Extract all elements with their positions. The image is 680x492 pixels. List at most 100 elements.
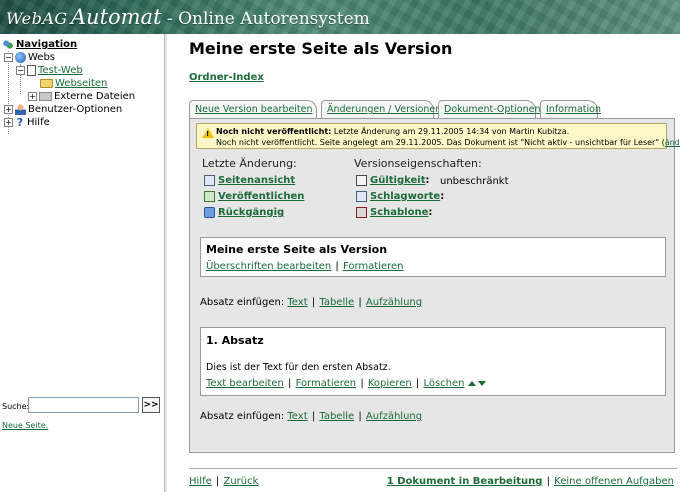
- page-title: Meine erste Seite als Version: [189, 39, 453, 58]
- tree-label-webseiten: Webseiten: [55, 78, 108, 89]
- new-page-link[interactable]: Neue Seite.: [2, 421, 48, 430]
- edit-text-link[interactable]: Text bearbeiten: [206, 378, 284, 389]
- insert-table-link[interactable]: Tabelle: [319, 411, 354, 422]
- header-card-title: Meine erste Seite als Version: [206, 243, 388, 256]
- warning-bold: Noch nicht veröffentlicht:: [216, 127, 332, 136]
- paragraph-links: Text bearbeiten | Formatieren | Kopieren…: [206, 378, 486, 389]
- page-view-icon: [204, 175, 215, 186]
- tree-item-navigation[interactable]: Navigation: [2, 38, 77, 51]
- tree-label-test-web: Test-Web: [38, 65, 83, 76]
- search-input[interactable]: [28, 397, 139, 413]
- help-link[interactable]: Hilfe: [189, 476, 212, 487]
- insert-paragraph-row-2: Absatz einfügen: Text | Tabelle | Aufzäh…: [200, 411, 423, 422]
- delete-link[interactable]: Löschen: [423, 378, 464, 389]
- insert-label: Absatz einfügen:: [200, 411, 288, 422]
- action-label: Seitenansicht: [218, 175, 296, 186]
- tree-label-navigation: Navigation: [16, 39, 78, 50]
- document-icon: [27, 65, 36, 76]
- edit-panel: ! Noch nicht veröffentlicht: Letzte Ände…: [189, 118, 680, 453]
- tab-label: Dokument-Optionen: [444, 104, 541, 115]
- search-label: Suche:: [2, 402, 30, 411]
- ordner-index-link[interactable]: Ordner-Index: [189, 72, 264, 83]
- insert-table-link[interactable]: Tabelle: [319, 297, 354, 308]
- sidebar: Navigation − Webs − Test-Web Webseiten +…: [0, 34, 165, 492]
- collapse-icon[interactable]: −: [16, 66, 25, 75]
- tree-label-benutzer-optionen: Benutzer-Optionen: [28, 104, 123, 115]
- paragraph-card: 1. Absatz Dies ist der Text für den erst…: [200, 327, 666, 396]
- prop-label: Schablone: [370, 207, 429, 218]
- insert-list-link[interactable]: Aufzählung: [366, 411, 422, 422]
- prop-schlagworte[interactable]: Schlagworte:: [356, 191, 444, 202]
- action-label: Veröffentlichen: [218, 191, 305, 202]
- tab-label: Änderungen / Versionen: [327, 104, 442, 115]
- navigation-icon: [2, 39, 14, 50]
- help-icon: ?: [16, 116, 24, 129]
- edit-headings-link[interactable]: Überschriften bearbeiten: [206, 261, 331, 272]
- tree-label-externe-dateien: Externe Dateien: [54, 91, 136, 102]
- insert-label: Absatz einfügen:: [200, 297, 288, 308]
- prop-label: Schlagworte: [370, 191, 441, 202]
- action-rueckgaengig[interactable]: Rückgängig: [204, 207, 284, 218]
- folder-icon: [39, 92, 52, 101]
- tree-item-hilfe[interactable]: + ? Hilfe: [4, 116, 50, 129]
- tree-item-webs[interactable]: − Webs: [4, 51, 55, 64]
- insert-paragraph-row-1: Absatz einfügen: Text | Tabelle | Aufzäh…: [200, 297, 423, 308]
- header-card: Meine erste Seite als Version Überschrif…: [200, 237, 666, 277]
- prop-schablone[interactable]: Schablone:: [356, 207, 432, 218]
- calendar-icon: [356, 175, 367, 186]
- search-button[interactable]: >>: [142, 397, 160, 413]
- tree-item-benutzer-optionen[interactable]: + Benutzer-Optionen: [4, 103, 122, 116]
- copy-link[interactable]: Kopieren: [368, 378, 412, 389]
- tab-neue-version[interactable]: Neue Version bearbeiten: [189, 100, 317, 118]
- app-title: WebAG Automat - Online Autorensystem: [6, 5, 370, 29]
- expand-icon[interactable]: +: [4, 105, 13, 114]
- footer-divider: [189, 468, 677, 469]
- tree-item-externe-dateien[interactable]: + Externe Dateien: [28, 90, 135, 103]
- last-change-heading: Letzte Änderung:: [202, 157, 297, 170]
- warning-text-2: Noch nicht veröffentlicht. Seite angeleg…: [216, 138, 665, 147]
- undo-icon: [204, 207, 215, 218]
- expand-icon[interactable]: +: [28, 92, 37, 101]
- change-status-link[interactable]: ändern: [665, 138, 680, 147]
- action-seitenansicht[interactable]: Seitenansicht: [204, 175, 295, 186]
- documents-in-progress-link[interactable]: 1 Dokument in Bearbeitung: [387, 476, 543, 487]
- footer-left: Hilfe | Zurück: [189, 476, 259, 487]
- insert-list-link[interactable]: Aufzählung: [366, 297, 422, 308]
- tree-label-hilfe: Hilfe: [27, 117, 50, 128]
- version-properties-heading: Versionseigenschaften:: [354, 157, 482, 170]
- prop-label: Gültigkeit: [370, 175, 426, 186]
- warning-line-2: Noch nicht veröffentlicht. Seite angeleg…: [216, 137, 680, 148]
- move-up-icon[interactable]: [467, 380, 476, 386]
- format-paragraph-link[interactable]: Formatieren: [296, 378, 357, 389]
- tab-dokument-optionen[interactable]: Dokument-Optionen: [438, 100, 540, 118]
- format-link[interactable]: Formatieren: [343, 261, 404, 272]
- tree-item-test-web[interactable]: − Test-Web: [16, 64, 83, 77]
- warning-line-1: Noch nicht veröffentlicht: Letzte Änderu…: [216, 126, 666, 137]
- footer-right: 1 Dokument in Bearbeitung | Keine offene…: [386, 476, 674, 487]
- open-tasks-link[interactable]: Keine offenen Aufgaben: [554, 476, 674, 487]
- action-label: Rückgängig: [218, 207, 285, 218]
- prop-gueltigkeit[interactable]: Gültigkeit:: [356, 175, 430, 186]
- move-down-icon[interactable]: [477, 380, 486, 386]
- action-veroeffentlichen[interactable]: Veröffentlichen: [204, 191, 304, 202]
- tab-aenderungen[interactable]: Änderungen / Versionen: [321, 100, 441, 118]
- tab-label: Information: [546, 104, 601, 115]
- main-content: Meine erste Seite als Version Ordner-Ind…: [167, 34, 680, 492]
- template-icon: [356, 207, 367, 218]
- back-link[interactable]: Zurück: [223, 476, 258, 487]
- publish-icon: [204, 191, 215, 202]
- tab-information[interactable]: Information: [540, 100, 601, 118]
- warning-icon: !: [202, 128, 214, 138]
- insert-text-link[interactable]: Text: [287, 297, 307, 308]
- globe-icon: [15, 52, 26, 63]
- expand-icon[interactable]: +: [4, 118, 13, 127]
- keywords-icon: [356, 191, 367, 202]
- insert-text-link[interactable]: Text: [287, 411, 307, 422]
- warning-text-1: Letzte Änderung am 29.11.2005 14:34 von …: [331, 127, 570, 136]
- status-warning: ! Noch nicht veröffentlicht: Letzte Ände…: [196, 123, 680, 149]
- tree-item-webseiten[interactable]: Webseiten: [40, 77, 107, 90]
- tab-label: Neue Version bearbeiten: [195, 104, 313, 115]
- header-card-links: Überschriften bearbeiten | Formatieren: [206, 261, 404, 272]
- collapse-icon[interactable]: −: [4, 53, 13, 62]
- user-icon: [15, 104, 26, 115]
